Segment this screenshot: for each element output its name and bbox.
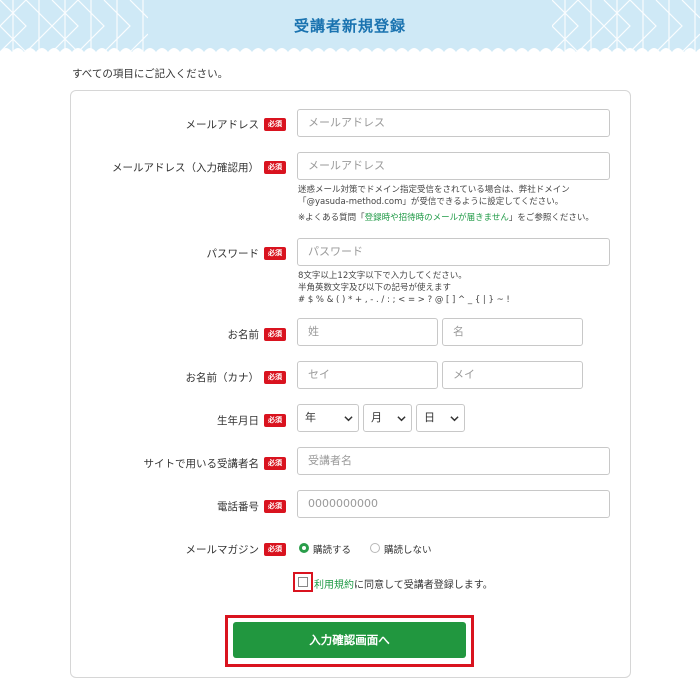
faq-prefix: ※よくある質問「 bbox=[298, 213, 365, 223]
birth-month-select[interactable]: 月 bbox=[363, 404, 412, 432]
display-name-input[interactable]: 受講者名 bbox=[297, 447, 610, 475]
required-badge: 必須 bbox=[264, 247, 286, 260]
faq-suffix: 」をご参照ください。 bbox=[508, 213, 594, 223]
faq-link[interactable]: 登録時や招待時のメールが届きません bbox=[365, 213, 509, 223]
birth-day-value: 日 bbox=[424, 411, 435, 424]
display-name-label: サイトで用いる受講者名 bbox=[143, 458, 260, 470]
last-name-kana-input[interactable]: セイ bbox=[297, 361, 438, 389]
password-label: パスワード bbox=[206, 248, 260, 260]
email-confirm-label: メールアドレス（入力確認用） bbox=[112, 162, 259, 174]
password-note-line2: 半角英数文字及び以下の記号が使えます bbox=[298, 283, 452, 293]
agree-checkbox-highlight[interactable] bbox=[293, 572, 313, 592]
first-name-kana-input[interactable]: メイ bbox=[442, 361, 583, 389]
agree-checkbox[interactable] bbox=[298, 577, 308, 587]
email-input[interactable]: メールアドレス bbox=[297, 109, 610, 137]
birthday-label: 生年月日 bbox=[217, 415, 259, 427]
required-badge: 必須 bbox=[264, 161, 286, 174]
birth-year-value: 年 bbox=[305, 411, 316, 424]
magazine-unsubscribe-label[interactable]: 購読しない bbox=[384, 542, 432, 556]
required-badge: 必須 bbox=[264, 118, 286, 131]
last-name-input[interactable]: 姓 bbox=[297, 318, 438, 346]
magazine-subscribe-label[interactable]: 購読する bbox=[313, 542, 351, 556]
required-badge: 必須 bbox=[264, 414, 286, 427]
first-name-input[interactable]: 名 bbox=[442, 318, 583, 346]
required-badge: 必須 bbox=[264, 457, 286, 470]
email-note-line1: 迷惑メール対策でドメイン指定受信をされている場合は、弊社ドメイン bbox=[298, 185, 570, 195]
required-badge: 必須 bbox=[264, 500, 286, 513]
password-note-line1: 8文字以上12文字以下で入力してください。 bbox=[298, 271, 467, 281]
required-badge: 必須 bbox=[264, 543, 286, 556]
terms-link[interactable]: 利用規約 bbox=[314, 580, 354, 591]
email-note-line3: ※よくある質問「登録時や招待時のメールが届きません」をご参照ください。 bbox=[298, 213, 594, 225]
name-label: お名前 bbox=[227, 329, 260, 341]
password-note-line3: # $ % & ( ) * + , - . / : ; < = > ? @ [ … bbox=[298, 295, 510, 305]
chevron-down-icon bbox=[344, 416, 353, 422]
chevron-down-icon bbox=[397, 416, 406, 422]
email-note-line2: 「@yasuda-method.com」が受信できるように設定してください。 bbox=[298, 197, 564, 207]
birth-day-select[interactable]: 日 bbox=[416, 404, 465, 432]
birth-month-value: 月 bbox=[371, 411, 382, 424]
password-input[interactable]: パスワード bbox=[297, 238, 610, 266]
submit-button[interactable]: 入力確認画面へ bbox=[233, 622, 466, 658]
magazine-unsubscribe-radio[interactable] bbox=[370, 543, 380, 553]
intro-text: すべての項目にご記入ください。 bbox=[72, 68, 229, 80]
required-badge: 必須 bbox=[264, 371, 286, 384]
agree-text: 利用規約に同意して受講者登録します。 bbox=[314, 576, 493, 591]
magazine-subscribe-radio[interactable] bbox=[299, 543, 309, 553]
kana-label: お名前（カナ） bbox=[185, 372, 260, 384]
agree-label: に同意して受講者登録します。 bbox=[354, 580, 493, 591]
phone-input[interactable]: 0000000000 bbox=[297, 490, 610, 518]
magazine-label: メールマガジン bbox=[185, 544, 260, 556]
header-scallop-edge bbox=[0, 48, 700, 58]
birth-year-select[interactable]: 年 bbox=[297, 404, 359, 432]
required-badge: 必須 bbox=[264, 328, 286, 341]
phone-label: 電話番号 bbox=[217, 501, 259, 513]
email-label: メールアドレス bbox=[185, 119, 260, 131]
email-confirm-input[interactable]: メールアドレス bbox=[297, 152, 610, 180]
chevron-down-icon bbox=[450, 416, 459, 422]
